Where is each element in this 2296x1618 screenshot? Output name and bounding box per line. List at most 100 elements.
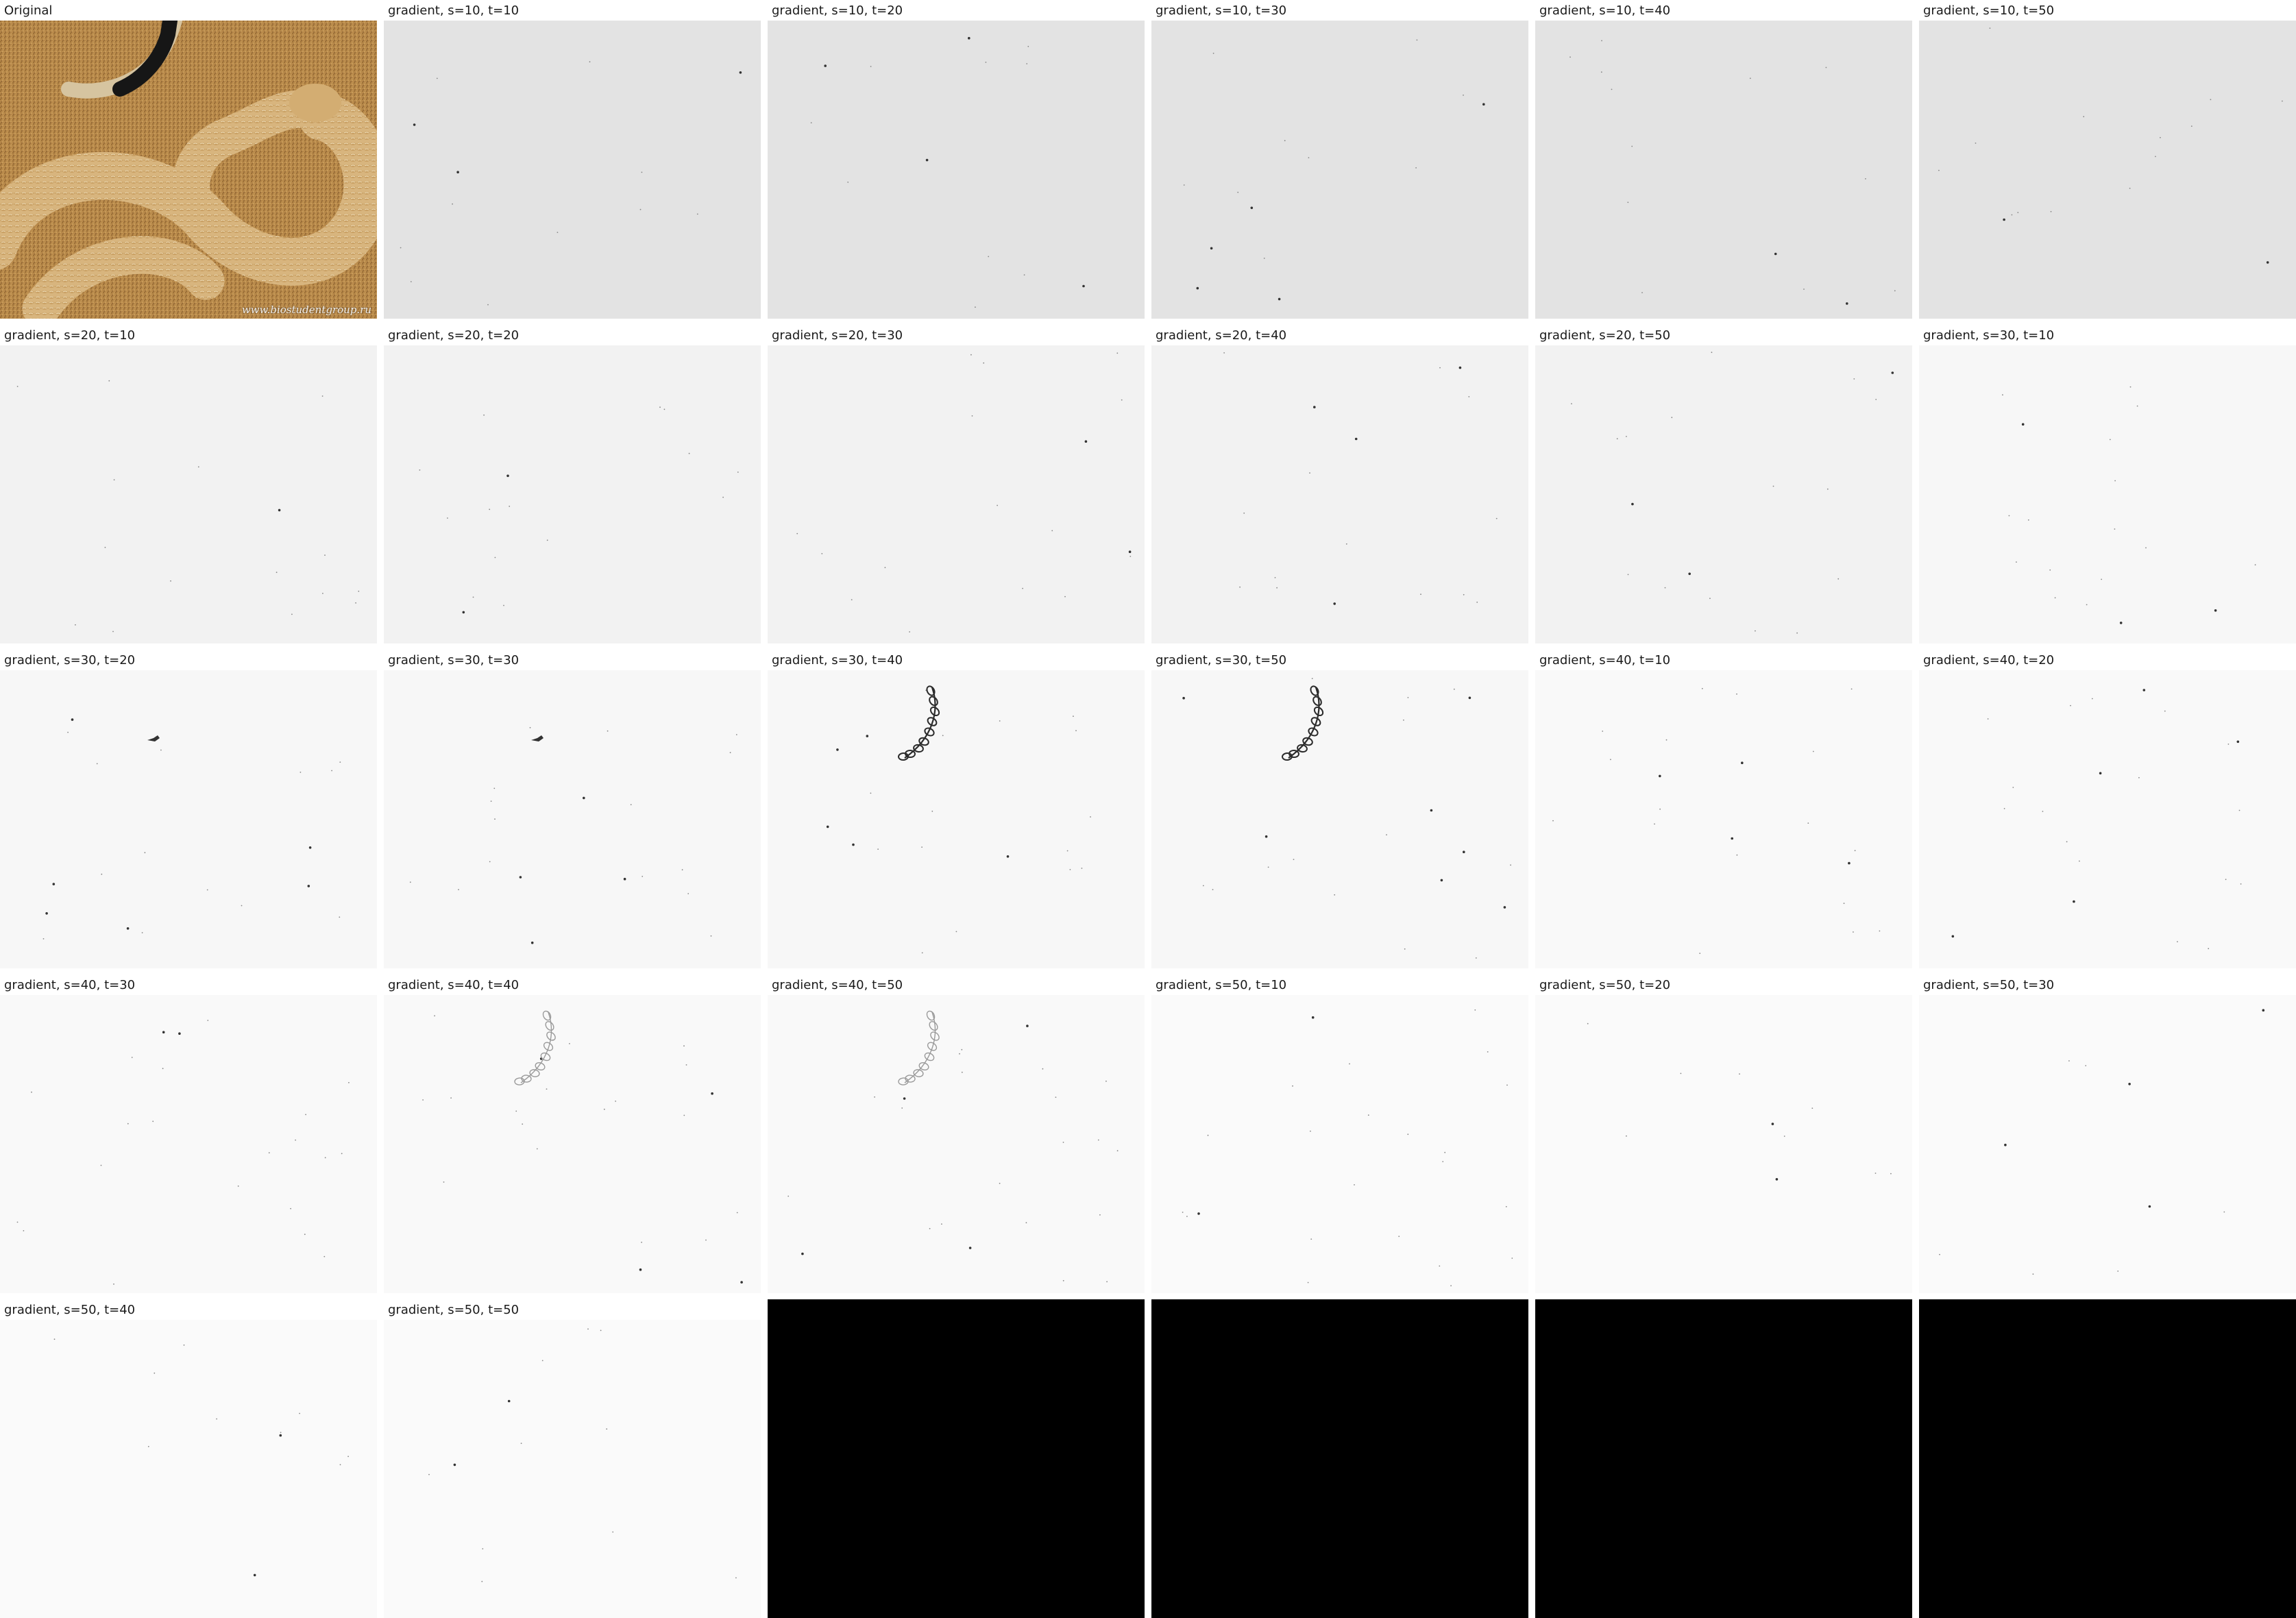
noise-speck [999,720,1001,722]
noise-speck [482,1548,484,1549]
noise-speck [113,479,115,480]
image-grid: Original www.biostudentgroup.ru gradient… [0,0,2296,1618]
gradient-output-image [1535,345,1912,643]
noise-speck [1026,63,1028,64]
noise-speck [1116,352,1119,354]
noise-speck [663,408,665,410]
noise-speck [1796,632,1798,634]
noise-speck [216,1418,217,1420]
noise-speck [2042,811,2044,812]
noise-speck [1250,206,1254,210]
noise-speck [1051,530,1053,532]
noise-speck [1476,601,1478,603]
noise-speck [1407,697,1409,698]
tail-edge-detection-mark [898,1010,940,1086]
noise-speck [959,1053,960,1055]
noise-speck [583,796,585,800]
noise-speck [1875,399,1877,400]
noise-speck [1890,1173,1892,1175]
noise-speck [985,62,987,63]
noise-speck [975,306,976,308]
noise-speck [821,553,823,554]
speckle-layer [1939,1009,2265,1275]
noise-speck [711,1092,713,1095]
noise-speck [1853,378,1855,380]
noise-speck [494,556,496,559]
noise-speck [2004,1143,2007,1147]
noise-speck [1307,1282,1309,1284]
noise-speck [206,889,208,891]
noise-speck [1099,1214,1101,1216]
noise-speck [1450,1285,1452,1286]
noise-speck [1664,587,1666,589]
noise-speck [1292,1085,1293,1087]
noise-speck [2083,116,2085,118]
tile-label: gradient, s=40, t=50 [772,978,903,992]
noise-speck [207,1020,209,1021]
noise-speck [1851,688,1853,690]
tile-label: gradient, s=10, t=40 [1539,3,1671,18]
noise-speck [1090,816,1091,818]
noise-speck [1182,696,1185,700]
noise-speck [1239,586,1241,588]
noise-speck [1022,587,1023,589]
noise-speck [1626,1135,1627,1137]
tail-edge-detection-mark [514,1010,556,1086]
noise-speck [1503,906,1506,909]
tile-gradient-panel: gradient, s=20, t=50 [1535,325,1912,643]
noise-speck [999,1182,1001,1184]
noise-speck [1680,1072,1682,1075]
tile-gradient-panel: gradient, s=10, t=40 [1535,0,1912,319]
noise-speck [1106,1281,1108,1283]
speckle-layer [400,61,742,306]
noise-speck [2091,698,2093,700]
noise-speck [1026,1025,1029,1027]
noise-speck [1891,371,1894,374]
noise-speck [1807,822,1809,824]
noise-speck [339,1464,341,1466]
noise-speck [1055,1096,1057,1098]
noise-speck [2117,1271,2119,1272]
tile-label: gradient, s=10, t=50 [1923,3,2055,18]
gradient-output-image [0,345,377,643]
noise-speck [1671,417,1673,419]
noise-speck [884,567,886,569]
noise-speck [304,1234,306,1236]
noise-speck [1082,284,1085,288]
noise-speck [1627,574,1629,576]
noise-speck [836,748,839,751]
noise-speck [2012,787,2014,788]
small-edge-mark [147,735,160,741]
noise-speck [2282,100,2283,102]
noise-speck [659,406,661,408]
noise-speck [96,763,98,765]
tile-gradient-panel: gradient, s=20, t=40 [1151,325,1528,643]
noise-speck [2236,740,2240,744]
noise-speck [1202,885,1204,887]
noise-speck [1665,739,1668,741]
noise-speck [968,36,970,40]
noise-speck [520,1443,522,1444]
noise-speck [113,1283,114,1285]
noise-speck [1458,366,1462,369]
speckle-layer [810,36,1085,308]
noise-speck [104,546,106,548]
noise-speck [1772,485,1774,487]
noise-speck [410,281,412,282]
noise-speck [2070,704,2071,707]
gradient-output-image [384,670,761,968]
noise-speck [2240,883,2242,885]
noise-speck [291,613,293,615]
tile-gradient-panel: gradient, s=10, t=30 [1151,0,1528,319]
gradient-output-image [1535,995,1912,1293]
noise-speck [536,1148,538,1150]
noise-speck [16,386,19,387]
gradient-output-image [1919,345,2296,643]
gradient-output-image [1535,670,1912,968]
noise-speck [447,517,448,519]
noise-speck [1938,169,1940,171]
noise-speck [997,504,998,506]
noise-speck [2066,841,2068,843]
speckle-layer [1587,1022,1892,1181]
noise-speck [347,1456,349,1458]
